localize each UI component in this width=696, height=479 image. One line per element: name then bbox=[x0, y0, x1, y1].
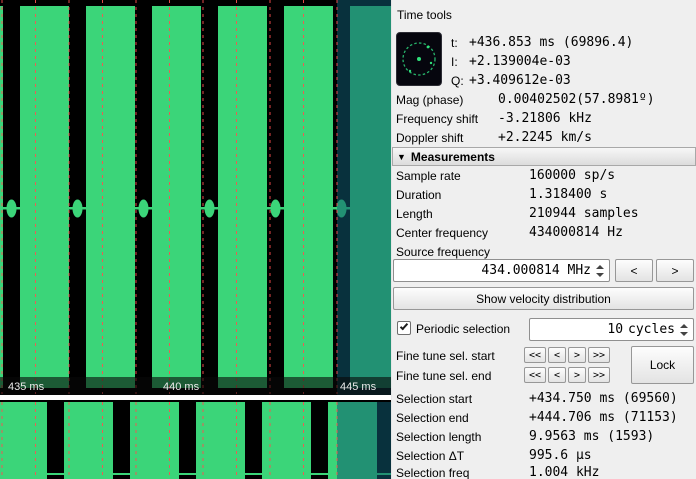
sample-rate-value: 160000 sp/s bbox=[529, 168, 615, 183]
time-label-435: 435 ms bbox=[8, 381, 45, 393]
fine-end-next-fast-button[interactable]: >> bbox=[588, 367, 610, 383]
selection-length-label: Selection length bbox=[396, 430, 481, 444]
prev-frequency-button[interactable]: < bbox=[615, 259, 653, 282]
duration-value: 1.318400 s bbox=[529, 187, 607, 202]
selection-delta-t-value: 995.6 µs bbox=[529, 448, 592, 463]
mag-phase-value: 0.00402502(57.8981º) bbox=[498, 92, 655, 107]
fine-tune-start-label: Fine tune sel. start bbox=[396, 349, 495, 363]
selection-freq-value: 1.004 kHz bbox=[529, 465, 599, 479]
waveform-canvas: 435 ms 440 ms 445 ms bbox=[0, 0, 391, 479]
frequency-shift-value: -3.21806 kHz bbox=[498, 111, 592, 126]
fine-end-next-button[interactable]: > bbox=[568, 367, 586, 383]
doppler-shift-label: Doppler shift bbox=[396, 131, 463, 145]
show-velocity-button[interactable]: Show velocity distribution bbox=[393, 287, 694, 310]
fine-tune-end-label: Fine tune sel. end bbox=[396, 369, 491, 383]
length-value: 210944 samples bbox=[529, 206, 639, 221]
q-label: Q: bbox=[451, 74, 464, 88]
fine-start-prev-button[interactable]: < bbox=[548, 347, 566, 363]
cycles-spinbox[interactable]: 10 cycles bbox=[529, 318, 694, 341]
selection-end-label: Selection end bbox=[396, 411, 469, 425]
view-divider[interactable] bbox=[0, 395, 391, 400]
lock-button[interactable]: Lock bbox=[631, 346, 694, 384]
selection-freq-label: Selection freq bbox=[396, 466, 469, 479]
fine-start-prev-fast-button[interactable]: << bbox=[524, 347, 546, 363]
length-label: Length bbox=[396, 207, 433, 221]
cycles-spinner bbox=[680, 319, 690, 340]
fine-start-next-button[interactable]: > bbox=[568, 347, 586, 363]
time-tools-panel: Time tools t: +436.853 ms (69896.4) I: +… bbox=[392, 0, 696, 479]
signal-bursts-bottom bbox=[0, 402, 391, 479]
time-label-440: 440 ms bbox=[163, 381, 200, 393]
cycles-value: 10 bbox=[607, 322, 623, 337]
measurements-header[interactable]: ▼ Measurements bbox=[392, 147, 696, 166]
selection-start-value: +434.750 ms (69560) bbox=[529, 391, 678, 406]
frequency-spinbox[interactable]: 434.000814 MHz bbox=[393, 259, 610, 282]
check-icon bbox=[400, 322, 408, 331]
cycles-suffix: cycles bbox=[628, 322, 675, 337]
selection-start-label: Selection start bbox=[396, 392, 472, 406]
frequency-spinbox-value: 434.000814 MHz bbox=[481, 263, 591, 278]
selection-overlay-bottom bbox=[337, 402, 391, 479]
next-frequency-button[interactable]: > bbox=[656, 259, 694, 282]
selection-delta-t-label: Selection ΔT bbox=[396, 449, 464, 463]
collapse-arrow-icon: ▼ bbox=[397, 152, 406, 162]
fine-end-prev-button[interactable]: < bbox=[548, 367, 566, 383]
phase-dial-icon bbox=[396, 32, 442, 86]
spin-down-icon[interactable] bbox=[680, 332, 688, 336]
spin-down-icon[interactable] bbox=[596, 273, 604, 277]
waveform-view[interactable]: 435 ms 440 ms 445 ms bbox=[0, 0, 392, 479]
frequency-spinner bbox=[596, 260, 606, 281]
t-value: +436.853 ms (69896.4) bbox=[469, 35, 633, 50]
i-value: +2.139004e-03 bbox=[469, 54, 571, 69]
spin-up-icon[interactable] bbox=[596, 265, 604, 269]
t-label: t: bbox=[451, 36, 458, 50]
fine-end-prev-fast-button[interactable]: << bbox=[524, 367, 546, 383]
periodic-selection-checkbox[interactable] bbox=[397, 321, 411, 335]
duration-label: Duration bbox=[396, 188, 441, 202]
sample-rate-label: Sample rate bbox=[396, 169, 461, 183]
signal-bursts-top bbox=[0, 6, 391, 388]
center-frequency-value: 434000814 Hz bbox=[529, 225, 623, 240]
selection-length-value: 9.9563 ms (1593) bbox=[529, 429, 654, 444]
selection-overlay bbox=[337, 0, 391, 395]
doppler-shift-value: +2.2245 km/s bbox=[498, 130, 592, 145]
periodic-selection-label: Periodic selection bbox=[416, 322, 510, 336]
source-frequency-label: Source frequency bbox=[396, 245, 490, 259]
panel-title: Time tools bbox=[397, 8, 452, 22]
q-value: +3.409612e-03 bbox=[469, 73, 571, 88]
time-label-445: 445 ms bbox=[340, 381, 377, 393]
frequency-shift-label: Frequency shift bbox=[396, 112, 478, 126]
center-frequency-label: Center frequency bbox=[396, 226, 488, 240]
spin-up-icon[interactable] bbox=[680, 324, 688, 328]
i-label: I: bbox=[451, 55, 458, 69]
selection-end-value: +444.706 ms (71153) bbox=[529, 410, 678, 425]
fine-start-next-fast-button[interactable]: >> bbox=[588, 347, 610, 363]
measurements-title: Measurements bbox=[411, 150, 495, 164]
mag-phase-label: Mag (phase) bbox=[396, 93, 463, 107]
